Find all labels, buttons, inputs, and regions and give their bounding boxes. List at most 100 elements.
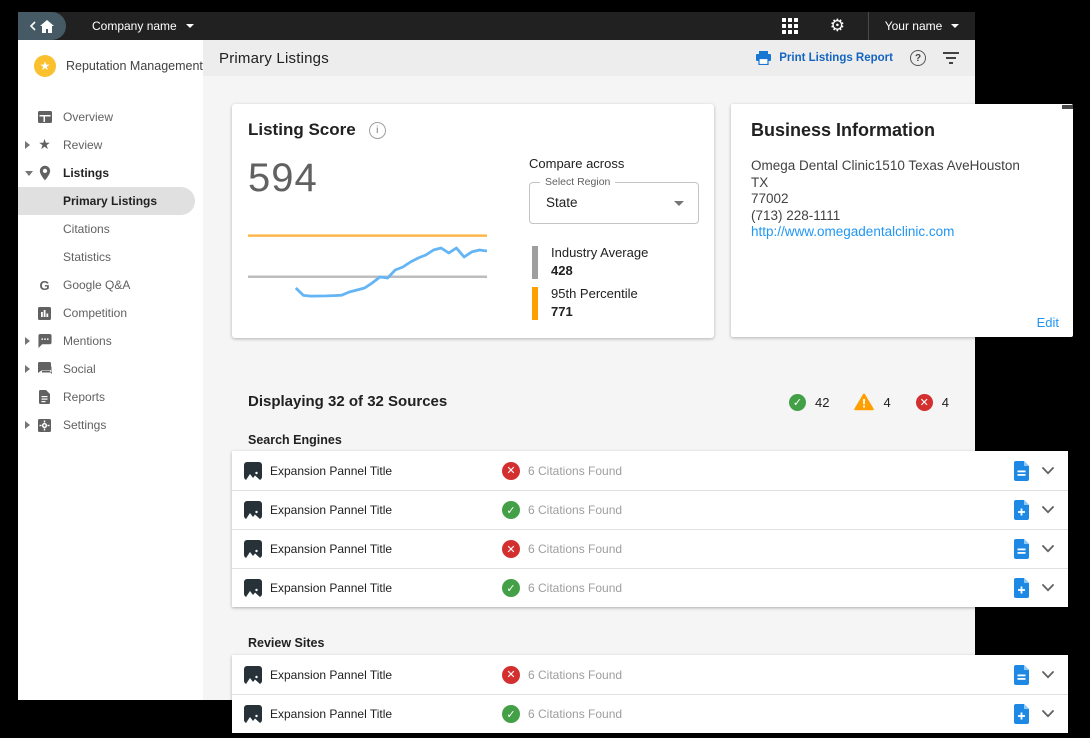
error-status-icon: ✕	[502, 540, 520, 558]
document-lines-icon[interactable]	[1006, 461, 1036, 481]
info-icon[interactable]: i	[369, 122, 386, 139]
chevron-down-icon[interactable]	[1036, 671, 1060, 679]
document-add-icon[interactable]	[1006, 500, 1036, 520]
review-sites-panel-group: Expansion Pannel Title ✕ 6 Citations Fou…	[232, 655, 1068, 733]
chevron-down-icon	[951, 24, 959, 28]
sidebar-item-listings[interactable]: Listings	[18, 159, 203, 187]
caret-down-icon	[25, 171, 33, 176]
success-status-icon: ✓	[502, 705, 520, 723]
caret-right-icon	[25, 421, 30, 429]
document-add-icon[interactable]	[1006, 704, 1036, 724]
document-add-icon[interactable]	[1006, 578, 1036, 598]
select-region-label: Select Region	[540, 176, 615, 188]
sidebar-item-settings[interactable]: Settings	[18, 411, 203, 439]
legend-industry-average: Industry Average 428	[532, 244, 648, 280]
expansion-panel-row[interactable]: Expansion Pannel Title ✓ 6 Citations Fou…	[232, 490, 1068, 529]
legend-95th-percentile: 95th Percentile 771	[532, 285, 638, 321]
legend-chip-gray	[532, 246, 538, 279]
document-lines-icon[interactable]	[1006, 665, 1036, 685]
expansion-panel-row[interactable]: Expansion Pannel Title ✕ 6 Citations Fou…	[232, 451, 1068, 490]
expansion-panel-row[interactable]: Expansion Pannel Title ✕ 6 Citations Fou…	[232, 529, 1068, 568]
listing-score-title: Listing Score	[248, 120, 356, 140]
home-icon	[40, 20, 54, 33]
bar-chart-icon	[37, 306, 52, 321]
help-icon[interactable]: ?	[910, 50, 926, 66]
google-g-icon: G	[37, 278, 52, 293]
comment-icon	[37, 334, 52, 349]
sidebar-item-statistics[interactable]: Statistics	[18, 243, 203, 271]
home-button[interactable]	[18, 12, 66, 40]
expansion-panel-row[interactable]: Expansion Pannel Title ✓ 6 Citations Fou…	[232, 568, 1068, 607]
warning-badge: 4	[854, 393, 890, 411]
compare-across-label: Compare across	[529, 156, 624, 171]
user-menu[interactable]: Your name	[869, 19, 975, 33]
apps-grid-icon[interactable]	[782, 18, 798, 34]
sidebar-item-reports[interactable]: Reports	[18, 383, 203, 411]
image-icon	[244, 501, 262, 519]
success-status-icon: ✓	[502, 579, 520, 597]
warning-triangle-icon	[854, 393, 874, 411]
star-icon: ★	[37, 138, 52, 153]
image-icon	[244, 705, 262, 723]
business-address: Omega Dental Clinic1510 Texas AveHouston…	[751, 158, 1020, 241]
filter-icon[interactable]	[943, 52, 959, 64]
caret-right-icon	[25, 141, 30, 149]
business-website-link[interactable]: http://www.omegadentalclinic.com	[751, 224, 954, 239]
check-circle-icon: ✓	[789, 394, 806, 411]
brand: ★ Reputation Management	[18, 40, 203, 77]
chevron-down-icon[interactable]	[1036, 467, 1060, 475]
listing-score-chart	[248, 225, 487, 310]
gear-icon[interactable]: ⚙	[830, 18, 845, 35]
business-information-card: Business Information Omega Dental Clinic…	[731, 104, 1073, 337]
edit-button[interactable]: Edit	[1037, 315, 1059, 330]
top-app-bar: Company name ⚙ Your name	[18, 12, 975, 40]
select-region-dropdown[interactable]: Select Region State	[529, 182, 699, 224]
image-icon	[244, 462, 262, 480]
chevron-down-icon[interactable]	[1036, 710, 1060, 718]
caret-right-icon	[25, 337, 30, 345]
back-chevron-icon	[30, 21, 36, 31]
brand-name: Reputation Management	[66, 59, 203, 73]
review-sites-label: Review Sites	[248, 636, 324, 650]
chevron-down-icon[interactable]	[1036, 545, 1060, 553]
sidebar-item-overview[interactable]: Overview	[18, 103, 203, 131]
sidebar-item-citations[interactable]: Citations	[18, 215, 203, 243]
scrollbar-thumb	[1062, 105, 1073, 109]
chevron-down-icon[interactable]	[1036, 584, 1060, 592]
sidebar-item-social[interactable]: Social	[18, 355, 203, 383]
search-engines-label: Search Engines	[248, 433, 342, 447]
status-badges: ✓ 42 4 ✕ 4	[789, 393, 949, 411]
report-doc-icon	[37, 390, 52, 405]
company-name-label: Company name	[92, 19, 177, 33]
settings-icon	[37, 418, 52, 433]
success-status-icon: ✓	[502, 501, 520, 519]
listing-score-card: Listing Score i 594 Compare across Selec…	[232, 104, 714, 338]
sidebar-item-mentions[interactable]: Mentions	[18, 327, 203, 355]
print-listings-report-button[interactable]: Print Listings Report	[756, 51, 893, 65]
caret-right-icon	[25, 365, 30, 373]
page-header: Primary Listings Print Listings Report ?	[203, 40, 975, 76]
select-region-value: State	[546, 195, 578, 210]
user-name-label: Your name	[885, 19, 943, 33]
expansion-panel-row[interactable]: Expansion Pannel Title ✓ 6 Citations Fou…	[232, 694, 1068, 733]
image-icon	[244, 579, 262, 597]
error-status-icon: ✕	[502, 666, 520, 684]
sidebar-item-competition[interactable]: Competition	[18, 299, 203, 327]
design-canvas: { "topbar": { "company_name": "Company n…	[0, 0, 1090, 738]
chevron-down-icon[interactable]	[1036, 506, 1060, 514]
expansion-panel-row[interactable]: Expansion Pannel Title ✕ 6 Citations Fou…	[232, 655, 1068, 694]
sidebar-item-google-qa[interactable]: G Google Q&A	[18, 271, 203, 299]
chevron-down-icon	[674, 201, 684, 206]
sidebar-item-review[interactable]: ★ Review	[18, 131, 203, 159]
sources-heading: Displaying 32 of 32 Sources	[248, 393, 447, 410]
document-lines-icon[interactable]	[1006, 539, 1036, 559]
legend-chip-orange	[532, 287, 538, 320]
company-selector[interactable]: Company name	[92, 19, 194, 33]
success-badge: ✓ 42	[789, 394, 829, 411]
listing-score-value: 594	[248, 156, 318, 201]
dashboard-icon	[37, 110, 52, 125]
sidebar-item-primary-listings[interactable]: Primary Listings	[18, 187, 195, 215]
printer-icon	[756, 51, 771, 65]
error-badge: ✕ 4	[916, 394, 949, 411]
image-icon	[244, 540, 262, 558]
